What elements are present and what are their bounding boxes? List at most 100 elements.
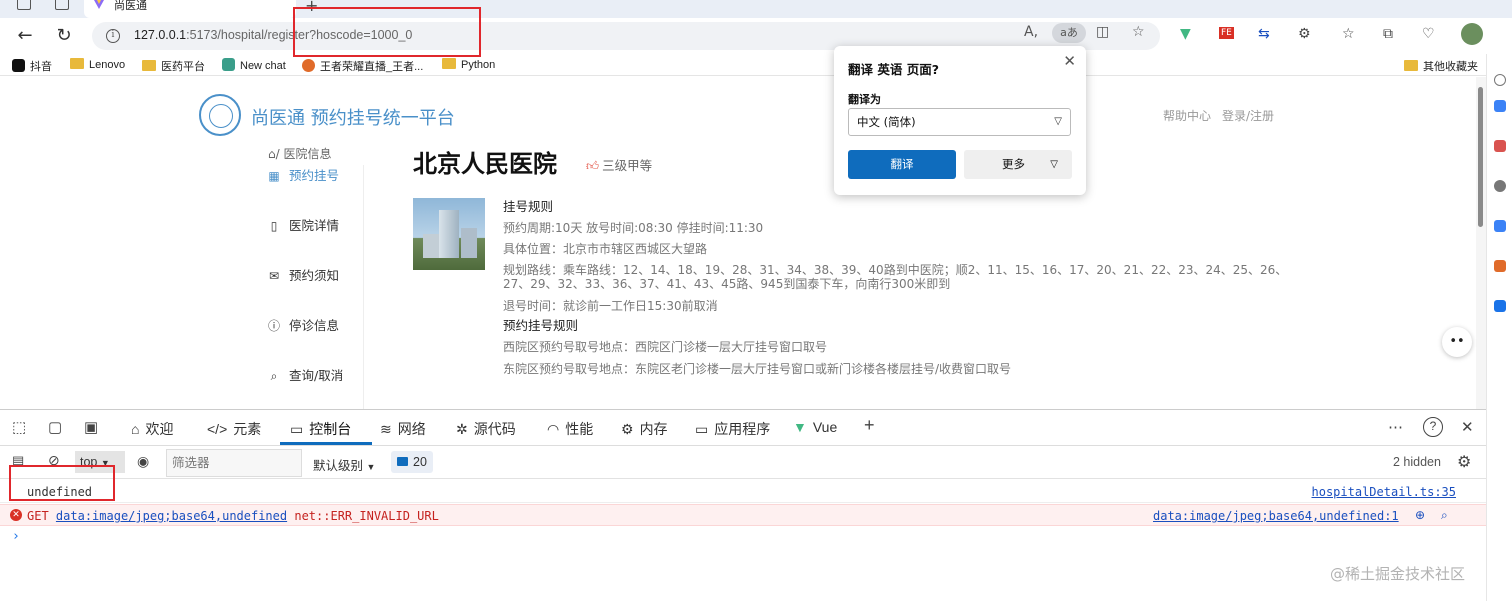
- split-screen-icon[interactable]: ◫: [1096, 24, 1109, 40]
- tab-elements[interactable]: </> 元素: [207, 419, 261, 439]
- grid-icon: ▦: [268, 169, 280, 183]
- add-tab-button[interactable]: +: [864, 415, 875, 436]
- search-icon[interactable]: [1494, 74, 1506, 86]
- login-link[interactable]: 登录/注册: [1222, 107, 1274, 124]
- sidebar-item-query[interactable]: ⌕ 查询/取消: [267, 365, 344, 384]
- shopping-icon[interactable]: [1494, 140, 1506, 152]
- tab-welcome[interactable]: ⌂ 欢迎: [131, 419, 173, 439]
- tab-network[interactable]: ≋ 网络: [380, 419, 426, 439]
- games-icon[interactable]: [1494, 220, 1506, 232]
- close-devtools-icon[interactable]: ✕: [1461, 418, 1474, 436]
- translate-page-icon[interactable]: aあ: [1052, 23, 1086, 43]
- bookmark-pharma[interactable]: 医药平台: [142, 58, 205, 74]
- copilot-icon[interactable]: [1494, 100, 1506, 112]
- console-prompt[interactable]: ›: [12, 529, 20, 544]
- sidebar-item-suspension[interactable]: ⓘ 停诊信息: [267, 315, 339, 334]
- tab-sources[interactable]: ✲ 源代码: [456, 419, 516, 439]
- assistant-floating-button[interactable]: ••: [1442, 327, 1472, 357]
- booking-rule-item: 西院区预约号取号地点：西院区门诊楼一层大厅挂号窗口取号: [503, 340, 828, 354]
- tab-console[interactable]: ▭ 控制台: [290, 419, 351, 439]
- inspect-element-icon[interactable]: ⬚: [12, 418, 26, 436]
- help-icon[interactable]: ?: [1423, 417, 1443, 437]
- hospital-sidebar: ▦ 预约挂号 ▯ 医院详情 ✉ 预约须知 ⓘ 停诊信息 ⌕ 查询/取消: [260, 165, 364, 409]
- vue-devtools-icon[interactable]: ▼: [1180, 26, 1191, 42]
- log-source-link[interactable]: hospitalDetail.ts:35: [1312, 485, 1457, 499]
- back-button[interactable]: ←: [15, 26, 35, 46]
- fe-extension-icon[interactable]: FE: [1219, 27, 1234, 39]
- error-url-link[interactable]: data:image/jpeg;base64,undefined: [56, 509, 287, 523]
- health-icon[interactable]: ♡: [1422, 26, 1435, 42]
- bookmark-new-chat[interactable]: New chat: [222, 58, 286, 72]
- site-info-icon[interactable]: i: [106, 29, 120, 43]
- favorite-star-icon[interactable]: ☆: [1132, 24, 1145, 40]
- device-toolbar-icon[interactable]: ▢: [48, 418, 62, 436]
- scrollbar-thumb[interactable]: [1478, 87, 1483, 227]
- search-icon[interactable]: ⌕: [1441, 508, 1448, 523]
- tab-vue[interactable]: ▼ Vue: [793, 419, 837, 435]
- close-icon[interactable]: ✕: [1063, 52, 1076, 70]
- tab-application[interactable]: ▭ 应用程序: [695, 419, 770, 439]
- bookmark-other[interactable]: 其他收藏夹: [1404, 58, 1478, 74]
- network-request-icon[interactable]: ⊕: [1415, 508, 1425, 522]
- console-error-line: ✕ GET data:image/jpeg;base64,undefined n…: [0, 504, 1486, 526]
- wifi-icon: ≋: [380, 421, 392, 437]
- address-toolbar: ← ↻ i 127.0.0.1:5173/hospital/register?h…: [0, 18, 1512, 54]
- folder-icon: [142, 60, 156, 71]
- console-filter-input[interactable]: 筛选器: [166, 449, 302, 477]
- extensions-icon[interactable]: ⚙: [1298, 26, 1311, 42]
- bookmark-lenovo[interactable]: Lenovo: [70, 58, 125, 71]
- issues-counter[interactable]: 20: [391, 451, 433, 473]
- sidebar-item-notice[interactable]: ✉ 预约须知: [267, 265, 339, 284]
- thumbs-up-icon: 👍︎: [586, 158, 600, 173]
- log-level-select[interactable]: 默认级别 ▼: [313, 455, 375, 474]
- devtools-tab-bar: ⬚ ▢ ▣ ⌂ 欢迎 </> 元素 ▭ 控制台 ≋ 网络 ✲ 源代码 ◠ 性能 ⚙ 内存 ▭ 应…: [0, 410, 1486, 446]
- collections-icon[interactable]: ⧉: [1383, 26, 1393, 42]
- people-icon[interactable]: [1494, 180, 1506, 192]
- page-scrollbar[interactable]: [1476, 77, 1486, 409]
- console-icon: ▭: [290, 421, 304, 437]
- extension-arrows-icon[interactable]: ⇆: [1258, 26, 1270, 42]
- log-annotation-box: [9, 465, 115, 501]
- booking-cycle: 预约周期:10天 放号时间:08:30 停挂时间:11:30: [503, 221, 764, 235]
- sidebar-item-details[interactable]: ▯ 医院详情: [267, 215, 339, 234]
- error-source-link[interactable]: data:image/jpeg;base64,undefined:1: [1153, 509, 1399, 523]
- translate-button[interactable]: 翻译: [848, 150, 956, 179]
- office-icon[interactable]: [1494, 260, 1506, 272]
- dock-side-icon[interactable]: ▣: [84, 418, 98, 436]
- outlook-icon[interactable]: [1494, 300, 1506, 312]
- more-options-icon[interactable]: ⋯: [1388, 418, 1403, 436]
- refresh-button[interactable]: ↻: [54, 26, 74, 46]
- target-language-select[interactable]: 中文 (简体) ▽: [848, 108, 1071, 136]
- site-logo[interactable]: [199, 94, 241, 136]
- home-icon: ⌂: [131, 421, 140, 437]
- hospital-name: 北京人民医院: [413, 150, 557, 178]
- read-aloud-icon[interactable]: A,: [1024, 24, 1038, 40]
- breadcrumb[interactable]: ⌂/ 医院信息: [268, 145, 331, 162]
- bug-icon: ✲: [456, 421, 468, 437]
- tab-memory[interactable]: ⚙ 内存: [621, 419, 668, 439]
- tab-actions-icon[interactable]: [55, 0, 69, 10]
- browser-tab-active[interactable]: 尚医通: [84, 0, 296, 18]
- translate-to-label: 翻译为: [848, 93, 881, 106]
- live-expression-eye-icon[interactable]: ◉: [137, 453, 149, 470]
- profile-avatar[interactable]: [1461, 23, 1483, 45]
- web-page: 尚医通 预约挂号统一平台 帮助中心 登录/注册 ⌂/ 医院信息 ▦ 预约挂号 ▯ 医…: [0, 77, 1512, 409]
- sidebar-item-booking[interactable]: ▦ 预约挂号: [267, 165, 339, 184]
- workspaces-icon[interactable]: [17, 0, 31, 10]
- bookmark-douyin[interactable]: 抖音: [12, 58, 52, 74]
- info-icon: ⓘ: [267, 319, 280, 333]
- favorites-icon[interactable]: ☆: [1342, 26, 1355, 42]
- console-settings-icon[interactable]: ⚙: [1457, 452, 1471, 472]
- bookmark-wangzhe[interactable]: 王者荣耀直播_王者...: [302, 58, 423, 74]
- tab-performance[interactable]: ◠ 性能: [547, 419, 593, 439]
- watermark: @稀土掘金技术社区: [1330, 565, 1466, 583]
- url-annotation-box: [293, 7, 481, 57]
- hidden-count: 2 hidden: [1393, 455, 1441, 469]
- translate-popup-title: 翻译 英语 页面?: [848, 62, 939, 77]
- more-button[interactable]: 更多 ▽: [964, 150, 1072, 179]
- bookmarks-bar: 抖音 Lenovo 医药平台 New chat 王者荣耀直播_王者... Pyt…: [0, 54, 1512, 76]
- folder-icon: [442, 58, 456, 69]
- help-center-link[interactable]: 帮助中心: [1163, 107, 1211, 124]
- site-brand[interactable]: 尚医通 预约挂号统一平台: [251, 104, 455, 130]
- bookmark-python[interactable]: Python: [442, 58, 495, 71]
